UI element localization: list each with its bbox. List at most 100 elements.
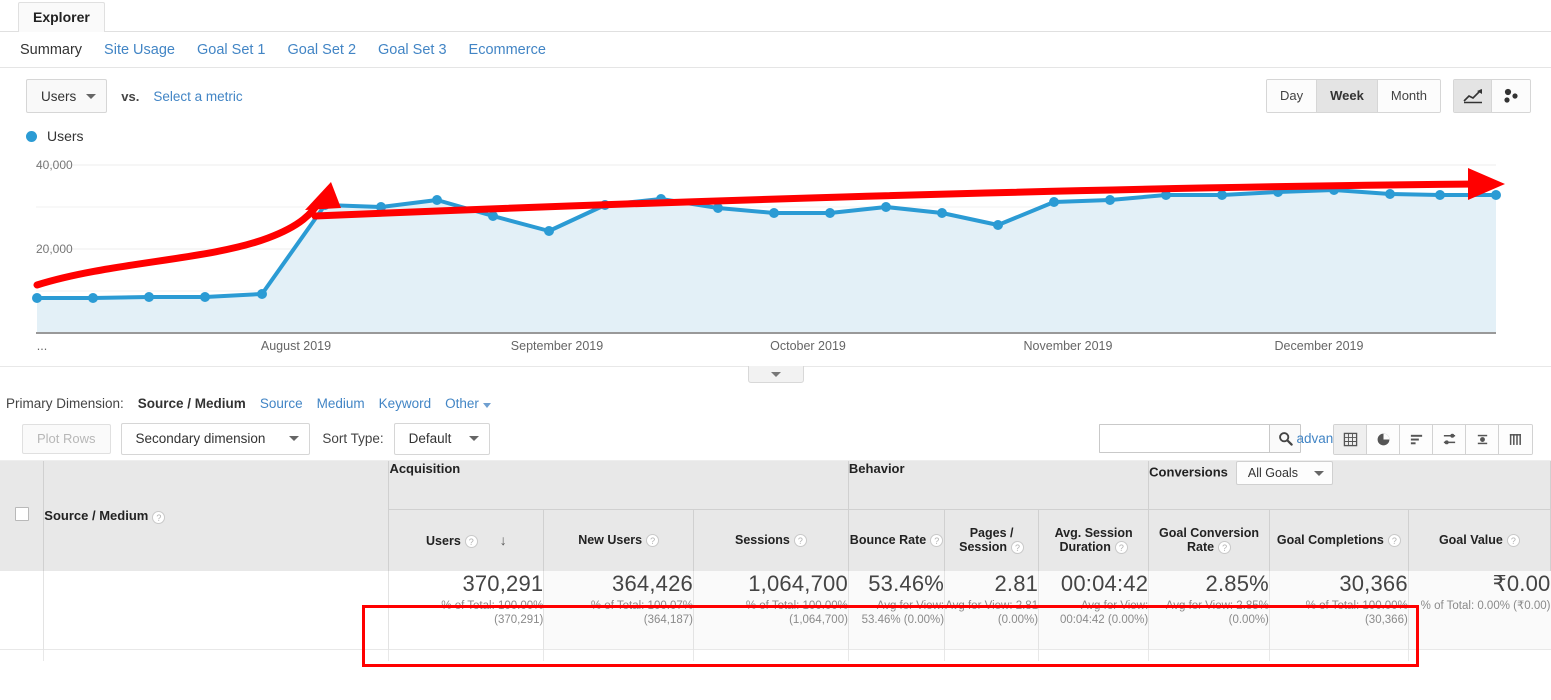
x-axis-tick-3: October 2019: [770, 339, 846, 353]
help-icon[interactable]: ?: [930, 534, 943, 547]
plot-rows-button[interactable]: Plot Rows: [22, 424, 111, 454]
granularity-day[interactable]: Day: [1267, 80, 1317, 112]
all-goals-dropdown[interactable]: All Goals: [1236, 461, 1333, 485]
subnav-item-summary[interactable]: Summary: [20, 42, 82, 58]
pivot-view-icon[interactable]: [1499, 425, 1532, 454]
google-analytics-explorer-page: Explorer Summary Site Usage Goal Set 1 G…: [0, 0, 1551, 700]
table-view-icon[interactable]: [1334, 425, 1367, 454]
primary-dimension-source-medium[interactable]: Source / Medium: [138, 396, 246, 411]
column-header-goal-conversion-rate[interactable]: Goal Conversion Rate?: [1149, 509, 1270, 571]
term-cloud-glyph: [1475, 432, 1490, 447]
summary-value-goal-conversion-rate: 2.85%: [1149, 571, 1269, 597]
help-icon[interactable]: ?: [1218, 541, 1231, 554]
help-icon[interactable]: ?: [152, 511, 165, 524]
column-header-pages-session[interactable]: Pages / Session?: [945, 509, 1039, 571]
column-group-acquisition: Acquisition: [389, 461, 848, 509]
comparison-view-icon[interactable]: [1433, 425, 1466, 454]
y-axis-tick-40000: 40,000: [36, 158, 73, 172]
subnav-item-goal-set-2[interactable]: Goal Set 2: [288, 42, 357, 58]
help-icon[interactable]: ?: [646, 534, 659, 547]
column-header-sessions[interactable]: Sessions?: [693, 509, 848, 571]
select-all-checkbox[interactable]: [15, 507, 29, 521]
table-summary-row: 370,291 % of Total: 100.00% (370,291) 36…: [0, 571, 1551, 649]
subnav-item-site-usage[interactable]: Site Usage: [104, 42, 175, 58]
line-chart-icon[interactable]: [1454, 80, 1492, 112]
subnav-item-goal-set-1[interactable]: Goal Set 1: [197, 42, 266, 58]
help-icon[interactable]: ?: [465, 535, 478, 548]
primary-dimension-other-label[interactable]: Other: [445, 396, 479, 411]
secondary-dimension-dropdown[interactable]: Secondary dimension: [121, 423, 311, 455]
comparison-glyph: [1442, 432, 1457, 447]
column-header-bounce-rate-label: Bounce Rate: [850, 533, 926, 547]
performance-bar-view-icon[interactable]: [1400, 425, 1433, 454]
x-axis-tick-4: November 2019: [1024, 339, 1113, 353]
view-mode-toggle: [1333, 424, 1533, 455]
help-icon[interactable]: ?: [1388, 534, 1401, 547]
collapse-chart-button[interactable]: [748, 366, 804, 383]
subnav-item-goal-set-3[interactable]: Goal Set 3: [378, 42, 447, 58]
column-header-bounce-rate[interactable]: Bounce Rate?: [848, 509, 944, 571]
summary-value-sessions: 1,064,700: [694, 571, 848, 597]
primary-metric-dropdown[interactable]: Users: [26, 79, 107, 113]
summary-value-users: 370,291: [389, 571, 543, 597]
primary-dimension-medium[interactable]: Medium: [317, 396, 365, 411]
summary-value-goal-completions: 30,366: [1270, 571, 1408, 597]
x-axis-tick-0: ...: [37, 339, 47, 353]
report-data-table: Source / Medium? Acquisition Behavior Co…: [0, 461, 1551, 661]
table-row[interactable]: [0, 649, 1551, 661]
granularity-week[interactable]: Week: [1317, 80, 1378, 112]
help-icon[interactable]: ?: [1507, 534, 1520, 547]
column-header-avg-session-duration[interactable]: Avg. Session Duration?: [1039, 509, 1149, 571]
select-all-cell: [0, 461, 44, 571]
summary-sub-users: % of Total: 100.00% (370,291): [389, 599, 543, 627]
scatter-plot-glyph: [1501, 88, 1521, 104]
chart-svg: 40,000 20,000: [0, 150, 1551, 366]
term-cloud-view-icon[interactable]: [1466, 425, 1499, 454]
column-header-goal-completions[interactable]: Goal Completions?: [1269, 509, 1408, 571]
summary-sub-sessions: % of Total: 100.00% (1,064,700): [694, 599, 848, 627]
summary-cell-avg-session-duration: 00:04:42 Avg for View: 00:04:42 (0.00%): [1039, 571, 1149, 649]
column-group-conversions: ConversionsAll Goals: [1149, 461, 1551, 509]
sort-descending-icon: ↓: [500, 532, 507, 548]
summary-cell-sessions: 1,064,700 % of Total: 100.00% (1,064,700…: [693, 571, 848, 649]
column-header-source-medium[interactable]: Source / Medium?: [44, 461, 389, 571]
help-icon[interactable]: ?: [1115, 541, 1128, 554]
chevron-down-icon: [469, 436, 479, 441]
chart-type-toggle: [1453, 79, 1531, 113]
summary-value-new-users: 364,426: [544, 571, 693, 597]
sort-type-dropdown[interactable]: Default: [394, 423, 491, 455]
row-pages-session-cell: [945, 649, 1039, 661]
search-input[interactable]: [1099, 424, 1269, 453]
tab-explorer[interactable]: Explorer: [18, 2, 105, 32]
column-header-users[interactable]: Users?↓: [389, 509, 544, 571]
help-icon[interactable]: ?: [794, 534, 807, 547]
column-header-new-users[interactable]: New Users?: [544, 509, 694, 571]
legend-label-users: Users: [47, 128, 84, 144]
primary-dimension-label: Primary Dimension:: [6, 396, 124, 411]
primary-dimension-source[interactable]: Source: [260, 396, 303, 411]
summary-cell-new-users: 364,426 % of Total: 100.07% (364,187): [544, 571, 694, 649]
summary-sub-goal-value: % of Total: 0.00% (₹0.00): [1409, 599, 1551, 613]
line-chart-glyph: [1463, 88, 1483, 104]
users-over-time-chart[interactable]: 40,000 20,000: [0, 150, 1551, 366]
summary-sub-new-users: % of Total: 100.07% (364,187): [544, 599, 693, 627]
pie-chart-view-icon[interactable]: [1367, 425, 1400, 454]
scatter-plot-icon[interactable]: [1492, 80, 1530, 112]
granularity-month[interactable]: Month: [1378, 80, 1440, 112]
primary-dimension-keyword[interactable]: Keyword: [379, 396, 432, 411]
help-icon[interactable]: ?: [1011, 541, 1024, 554]
subnav-item-ecommerce[interactable]: Ecommerce: [469, 42, 546, 58]
primary-dimension-other[interactable]: Other: [445, 396, 491, 411]
row-dimension-cell: [44, 649, 389, 661]
chevron-down-icon: [86, 94, 96, 99]
search-icon: [1278, 431, 1293, 446]
chart-controls: Day Week Month: [1266, 79, 1531, 113]
granularity-segmented-control: Day Week Month: [1266, 79, 1441, 113]
summary-value-bounce-rate: 53.46%: [849, 571, 944, 597]
row-bounce-rate-cell: [848, 649, 944, 661]
select-a-metric-link[interactable]: Select a metric: [153, 89, 242, 104]
row-checkbox-cell: [0, 649, 44, 661]
column-header-pages-session-label: Pages / Session: [959, 526, 1013, 554]
column-header-goal-conversion-rate-label: Goal Conversion Rate: [1159, 526, 1259, 554]
column-header-goal-value[interactable]: Goal Value?: [1408, 509, 1550, 571]
